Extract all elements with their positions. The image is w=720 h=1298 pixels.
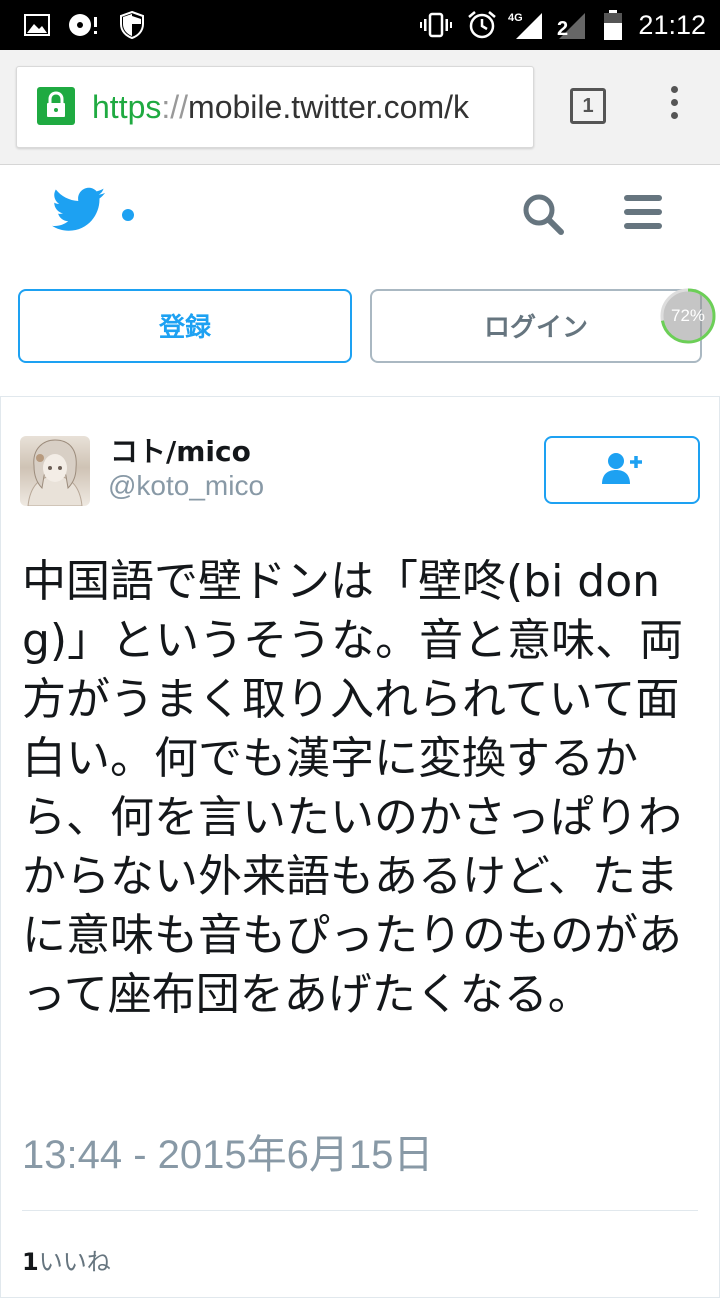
url-host: mobile.twitter.com/k [188,89,470,125]
add-user-icon [600,450,644,490]
divider [22,1210,698,1211]
twitter-header [0,165,720,265]
svg-text:2: 2 [557,18,568,40]
like-count-label: いいね [38,1248,111,1276]
shield-icon [118,0,146,50]
vibrate-icon [418,0,454,50]
follow-button[interactable] [544,436,700,504]
tweet-text: 中国語で壁ドンは「壁咚(bi dong)」というそうな。音と意味、両方がうまく取… [22,556,684,1020]
overflow-menu-icon[interactable] [664,86,684,126]
like-count-number: 1 [22,1248,39,1276]
avatar[interactable] [20,436,90,506]
status-time: 21:12 [638,10,706,40]
url-separator: :// [161,89,189,125]
media-icon [66,0,102,50]
url-text: https://mobile.twitter.com/k [92,67,469,147]
signal-icon: 4G [506,0,544,50]
notification-dot [122,209,134,221]
browser-toolbar: https://mobile.twitter.com/k 1 [0,50,720,165]
svg-text:4G: 4G [508,12,523,24]
login-button[interactable]: ログイン [370,289,702,363]
like-count[interactable]: 1いいね [22,1242,111,1277]
twitter-bird-icon[interactable] [52,187,106,237]
menu-icon[interactable] [624,195,662,237]
url-scheme: https [92,89,162,125]
status-bar: 4G 2 21:12 [0,0,720,50]
lock-icon [37,87,75,125]
search-icon[interactable] [520,191,566,241]
alarm-icon [466,0,498,50]
sim-signal-icon: 2 [552,0,588,50]
tab-switcher-button[interactable]: 1 [570,88,606,124]
user-handle[interactable]: @koto_mico [108,470,264,502]
progress-label: 72% [670,306,706,325]
signup-button[interactable]: 登録 [18,289,352,363]
tweet-timestamp[interactable]: 13:44 - 2015年6月15日 [22,1122,433,1180]
display-name[interactable]: コト/mico [110,430,251,470]
address-bar[interactable]: https://mobile.twitter.com/k [16,66,534,148]
image-icon [22,0,52,50]
battery-icon [600,0,626,50]
